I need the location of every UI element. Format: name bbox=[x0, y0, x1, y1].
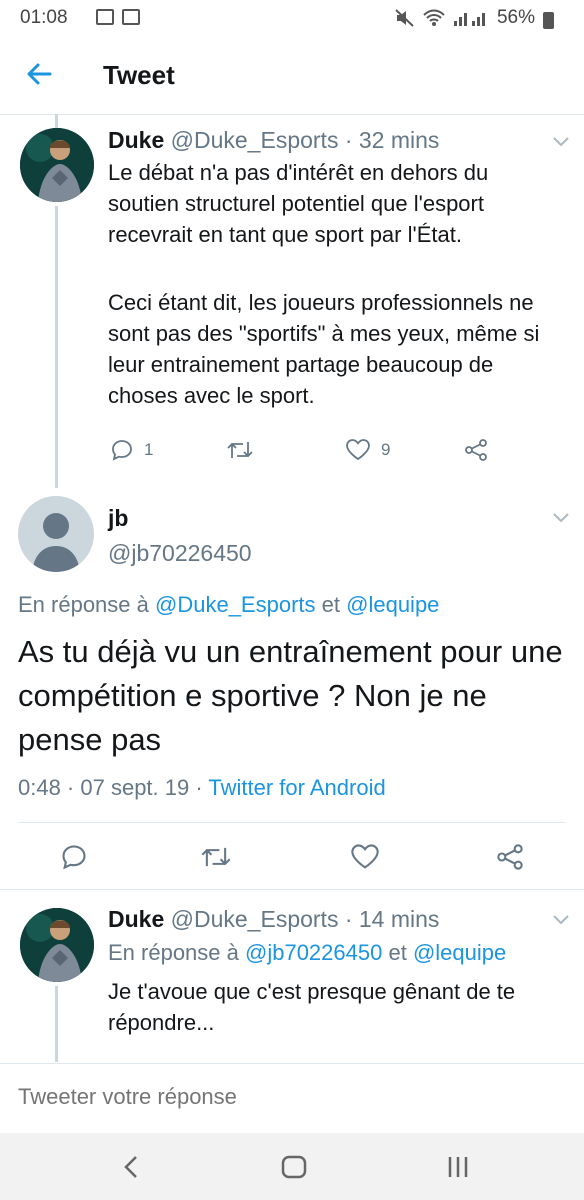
heart-icon bbox=[346, 439, 370, 461]
nav-recents-icon[interactable] bbox=[442, 1151, 474, 1183]
avatar[interactable] bbox=[18, 496, 94, 572]
share-button[interactable] bbox=[496, 843, 524, 871]
mention-link[interactable]: @lequipe bbox=[346, 592, 439, 617]
page-title: Tweet bbox=[103, 60, 175, 90]
like-button[interactable] bbox=[350, 843, 380, 871]
reply-context: En réponse à @Duke_Esports et @lequipe bbox=[18, 592, 439, 618]
chevron-down-icon[interactable] bbox=[552, 914, 570, 926]
reply-prefix: En réponse à bbox=[108, 940, 239, 965]
author-name[interactable]: jb bbox=[108, 505, 128, 532]
back-arrow-icon[interactable] bbox=[24, 58, 56, 90]
nav-back-icon[interactable] bbox=[116, 1151, 148, 1183]
thread-line-top bbox=[55, 114, 58, 128]
reply-conjunction: et bbox=[321, 592, 340, 617]
heart-icon bbox=[351, 844, 379, 869]
reply-input[interactable] bbox=[18, 1084, 558, 1110]
mute-icon bbox=[395, 9, 414, 27]
thread-line-3 bbox=[55, 986, 58, 1062]
tweet-time: · 14 mins bbox=[344, 906, 440, 932]
reply-icon bbox=[112, 440, 132, 461]
notification-icons bbox=[96, 9, 140, 25]
reply-count: 1 bbox=[144, 440, 154, 459]
author-handle[interactable]: @Duke_Esports bbox=[171, 906, 339, 932]
twitch-icon bbox=[122, 9, 140, 25]
compose-bar bbox=[0, 1063, 584, 1134]
avatar[interactable] bbox=[20, 908, 94, 982]
divider bbox=[0, 889, 584, 890]
status-bar: 01:08 56% bbox=[0, 0, 584, 36]
wifi-icon bbox=[423, 9, 445, 26]
tweet-paragraph: Ceci étant dit, les joueurs professionne… bbox=[108, 290, 540, 408]
system-nav-bar bbox=[0, 1133, 584, 1200]
like-button[interactable]: 9 bbox=[345, 438, 390, 462]
thread-line-1 bbox=[55, 206, 58, 488]
tweet-header: Duke @Duke_Esports · 14 mins bbox=[108, 906, 439, 933]
author-handle[interactable]: @Duke_Esports bbox=[171, 127, 339, 153]
avatar-image bbox=[20, 908, 94, 982]
tweet-source[interactable]: Twitter for Android bbox=[208, 775, 385, 800]
avatar[interactable] bbox=[20, 128, 94, 202]
share-icon bbox=[465, 439, 487, 461]
tweet-text: Je t'avoue que c'est presque gênant de t… bbox=[108, 979, 516, 1035]
tweet-header: Duke @Duke_Esports · 32 mins bbox=[108, 127, 439, 154]
gallery-icon bbox=[96, 9, 114, 25]
retweet-icon bbox=[201, 847, 231, 867]
reply-button[interactable] bbox=[60, 843, 88, 871]
avatar-image bbox=[20, 128, 94, 202]
nav-home-icon[interactable] bbox=[278, 1151, 310, 1183]
tweet-paragraph: Le débat n'a pas d'intérêt en dehors du … bbox=[108, 160, 489, 247]
retweet-button[interactable] bbox=[200, 843, 232, 871]
retweet-button[interactable] bbox=[226, 438, 254, 462]
battery-text: 56% bbox=[496, 7, 535, 28]
default-avatar-icon bbox=[32, 513, 80, 572]
tweet-meta: 0:48 · 07 sept. 19 · Twitter for Android bbox=[18, 775, 386, 801]
chevron-down-icon[interactable] bbox=[552, 512, 570, 524]
reply-context: En réponse à @jb70226450 et @lequipe bbox=[108, 940, 506, 966]
author-name[interactable]: Duke bbox=[108, 127, 164, 153]
retweet-icon bbox=[227, 442, 253, 458]
reply-prefix: En réponse à bbox=[18, 592, 149, 617]
signal-icon bbox=[453, 13, 485, 26]
mention-link[interactable]: @Duke_Esports bbox=[155, 592, 316, 617]
status-right: 56% bbox=[395, 7, 554, 29]
tweet-time: · 32 mins bbox=[344, 127, 440, 153]
share-icon bbox=[497, 844, 523, 870]
mention-link[interactable]: @jb70226450 bbox=[245, 940, 382, 965]
divider bbox=[18, 822, 566, 823]
reply-conjunction: et bbox=[388, 940, 407, 965]
tweet-timestamp: 0:48 · 07 sept. 19 · bbox=[18, 775, 203, 800]
like-count: 9 bbox=[381, 440, 391, 459]
reply-icon bbox=[62, 845, 86, 870]
app-bar: Tweet bbox=[0, 36, 584, 115]
main-tweet-text: As tu déjà vu un entraînement pour une c… bbox=[18, 634, 563, 757]
author-name[interactable]: Duke bbox=[108, 906, 164, 932]
battery-icon bbox=[543, 11, 554, 29]
chevron-down-icon[interactable] bbox=[552, 136, 570, 148]
reply-button[interactable]: 1 bbox=[110, 438, 153, 462]
status-time: 01:08 bbox=[20, 7, 68, 28]
share-button[interactable] bbox=[464, 438, 488, 462]
mention-link[interactable]: @lequipe bbox=[413, 940, 506, 965]
author-handle[interactable]: @jb70226450 bbox=[108, 540, 252, 567]
